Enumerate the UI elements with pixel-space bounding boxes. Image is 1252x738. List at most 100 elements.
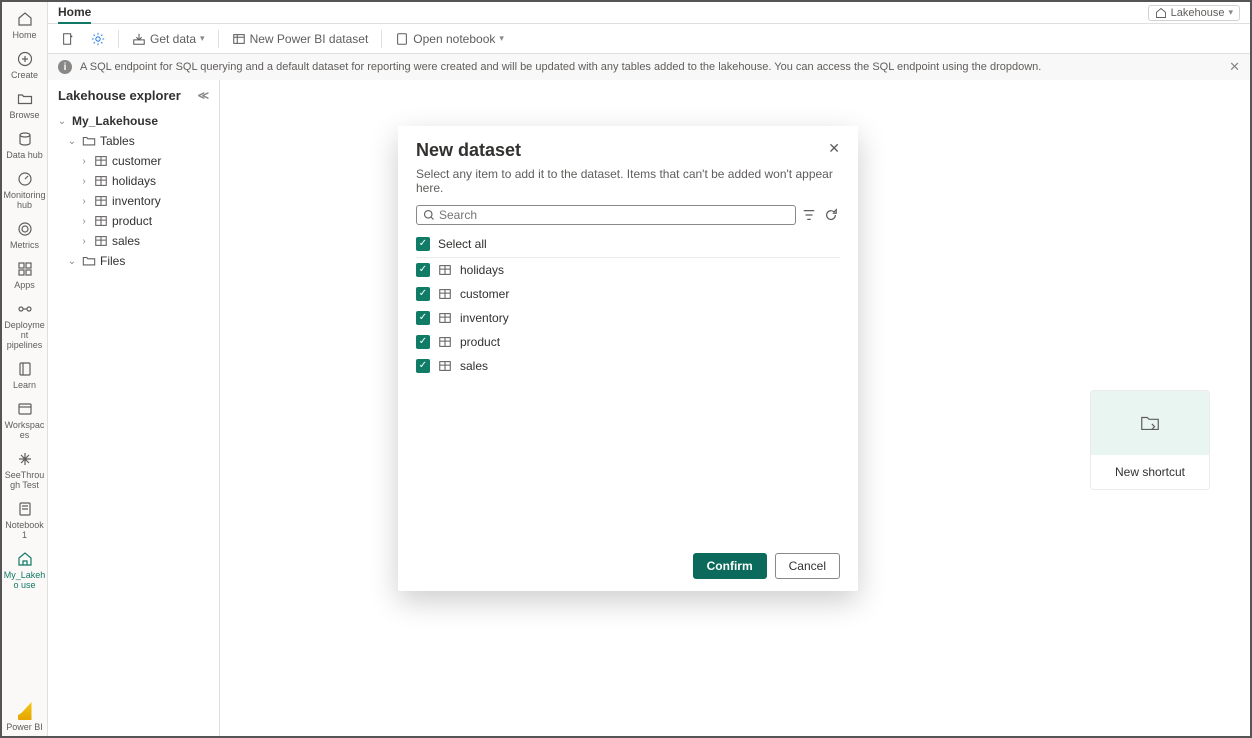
dataset-item-row[interactable]: ✓sales — [416, 354, 840, 378]
toolbar-separator — [381, 30, 382, 48]
tree-table-label: inventory — [112, 194, 161, 208]
rail-browse[interactable]: Browse — [2, 86, 48, 126]
tree-files[interactable]: ⌄ Files — [54, 251, 213, 271]
toolbar-settings[interactable] — [86, 29, 110, 49]
rail-workspaces[interactable]: Workspaces — [2, 396, 48, 446]
rail-workspaces-label: Workspaces — [3, 420, 47, 440]
rail-powerbi-label: Power BI — [6, 722, 43, 732]
chevron-down-icon: ⌄ — [56, 116, 68, 127]
table-icon — [438, 263, 452, 277]
dialog-search-input[interactable] — [439, 208, 789, 222]
tree-table-item[interactable]: ›inventory — [54, 191, 213, 211]
explorer-tree: ⌄ My_Lakehouse ⌄ Tables ›customer›holida… — [48, 111, 219, 271]
import-icon — [132, 32, 146, 46]
item-checkbox[interactable]: ✓ — [416, 359, 430, 373]
table-icon — [94, 174, 108, 188]
toolbar-new-dataset[interactable]: New Power BI dataset — [227, 29, 374, 49]
rail-notebook1-label: Notebook 1 — [3, 520, 47, 540]
folder-icon — [82, 134, 96, 148]
rail-pipelines-label: Deployment pipelines — [3, 320, 47, 350]
item-checkbox[interactable]: ✓ — [416, 335, 430, 349]
tree-table-item[interactable]: ›holidays — [54, 171, 213, 191]
rail-home[interactable]: Home — [2, 6, 48, 46]
shortcut-folder-icon — [1139, 412, 1161, 434]
dialog-search-box[interactable] — [416, 205, 796, 225]
rail-create-label: Create — [11, 70, 38, 80]
rail-seethrough[interactable]: SeeThrough Test — [2, 446, 48, 496]
item-label: inventory — [460, 311, 509, 325]
toolbar-new-item[interactable] — [56, 29, 80, 49]
table-icon — [94, 154, 108, 168]
dialog-title: New dataset — [416, 140, 521, 161]
tree-table-label: customer — [112, 154, 161, 168]
select-all-checkbox[interactable]: ✓ — [416, 237, 430, 251]
lakehouse-outline-icon — [1155, 7, 1167, 19]
left-nav-rail: Home Create Browse Data hub Monitoring h… — [2, 2, 48, 736]
item-checkbox[interactable]: ✓ — [416, 287, 430, 301]
view-switcher[interactable]: Lakehouse ▾ — [1148, 5, 1240, 21]
rail-datahub[interactable]: Data hub — [2, 126, 48, 166]
view-switcher-label: Lakehouse — [1171, 7, 1225, 19]
book-icon — [16, 360, 34, 378]
dialog-close-button[interactable]: ✕ — [828, 140, 840, 157]
rail-metrics[interactable]: Metrics — [2, 216, 48, 256]
rail-seethrough-label: SeeThrough Test — [3, 470, 47, 490]
rail-apps-label: Apps — [14, 280, 35, 290]
rail-powerbi[interactable]: Power BI — [2, 698, 48, 736]
rail-home-label: Home — [12, 30, 36, 40]
dataset-item-row[interactable]: ✓holidays — [416, 258, 840, 282]
table-icon — [94, 194, 108, 208]
folder-open-icon — [16, 90, 34, 108]
chevron-down-icon: ⌄ — [66, 256, 78, 267]
rail-create[interactable]: Create — [2, 46, 48, 86]
gauge-icon — [16, 170, 34, 188]
database-icon — [16, 130, 34, 148]
dataset-item-row[interactable]: ✓ inventory — [416, 306, 840, 330]
tree-table-label: product — [112, 214, 152, 228]
tree-tables[interactable]: ⌄ Tables — [54, 131, 213, 151]
chevron-right-icon: › — [78, 216, 90, 227]
notebook-icon — [395, 32, 409, 46]
apps-icon — [16, 260, 34, 278]
tree-table-item[interactable]: › product — [54, 211, 213, 231]
dialog-subtitle: Select any item to add it to the dataset… — [398, 167, 858, 205]
rail-monitoring-label: Monitoring hub — [3, 190, 47, 210]
tree-table-item[interactable]: ›customer — [54, 151, 213, 171]
cancel-button[interactable]: Cancel — [775, 553, 840, 579]
rail-learn-label: Learn — [13, 380, 36, 390]
tree-files-label: Files — [100, 254, 125, 268]
rail-apps[interactable]: Apps — [2, 256, 48, 296]
item-checkbox[interactable]: ✓ — [416, 311, 430, 325]
target-icon — [16, 220, 34, 238]
toolbar-get-data[interactable]: Get data ▾ — [127, 29, 210, 49]
item-checkbox[interactable]: ✓ — [416, 263, 430, 277]
header-bar: Home Lakehouse ▾ — [48, 2, 1250, 24]
toolbar-open-notebook[interactable]: Open notebook ▾ — [390, 29, 509, 49]
new-shortcut-card[interactable]: New shortcut — [1090, 390, 1210, 490]
tree-table-item[interactable]: ›sales — [54, 231, 213, 251]
table-icon — [438, 359, 452, 373]
lakehouse-explorer-panel: Lakehouse explorer ≪ ⌄ My_Lakehouse ⌄ Ta… — [48, 80, 220, 736]
table-icon — [94, 234, 108, 248]
filter-button[interactable] — [802, 208, 818, 222]
info-icon: i — [58, 60, 72, 74]
refresh-button[interactable] — [824, 208, 840, 222]
tree-tables-label: Tables — [100, 134, 135, 148]
tab-home[interactable]: Home — [58, 2, 91, 24]
rail-learn[interactable]: Learn — [2, 356, 48, 396]
info-banner-text: A SQL endpoint for SQL querying and a de… — [80, 61, 1041, 73]
folder-icon — [82, 254, 96, 268]
rail-notebook1[interactable]: Notebook 1 — [2, 496, 48, 546]
rail-metrics-label: Metrics — [10, 240, 39, 250]
select-all-row[interactable]: ✓ Select all — [416, 233, 840, 258]
dataset-item-row[interactable]: ✓product — [416, 330, 840, 354]
confirm-button[interactable]: Confirm — [693, 553, 767, 579]
rail-monitoring[interactable]: Monitoring hub — [2, 166, 48, 216]
dataset-item-row[interactable]: ✓customer — [416, 282, 840, 306]
rail-pipelines[interactable]: Deployment pipelines — [2, 296, 48, 356]
rail-datahub-label: Data hub — [6, 150, 43, 160]
banner-close-button[interactable]: ✕ — [1229, 59, 1240, 75]
rail-mylakehouse[interactable]: My_Lakeho use — [2, 546, 48, 596]
collapse-panel-button[interactable]: ≪ — [197, 89, 209, 102]
tree-root[interactable]: ⌄ My_Lakehouse — [54, 111, 213, 131]
